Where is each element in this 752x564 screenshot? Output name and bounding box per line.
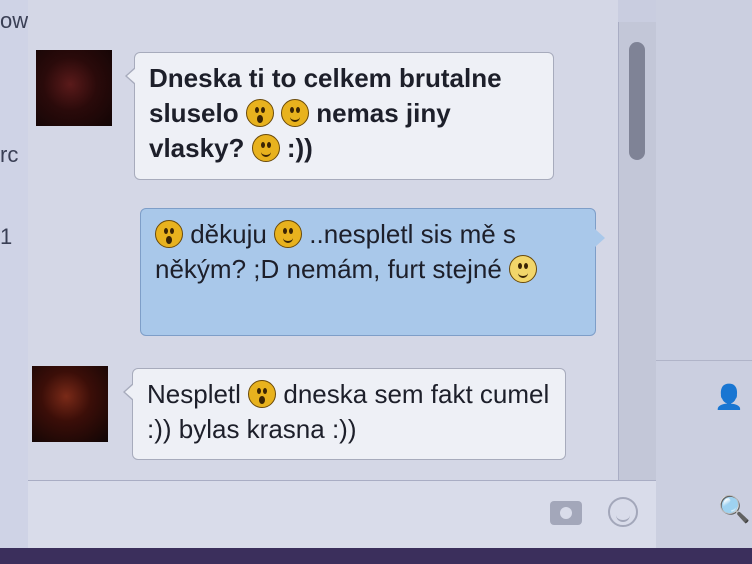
avatar[interactable] bbox=[36, 50, 112, 126]
message-bubble-incoming: Nespletl dneska sem fakt cumel :)) bylas… bbox=[123, 368, 566, 460]
partial-text: rc bbox=[0, 142, 19, 167]
divider bbox=[656, 360, 752, 361]
camera-icon[interactable] bbox=[550, 501, 582, 525]
message-text: :)) bbox=[279, 133, 313, 163]
message-bubble-incoming: Dneska ti to celkem brutalne sluselo nem… bbox=[125, 52, 554, 180]
wink-emoji-icon bbox=[509, 255, 538, 283]
right-panel: 👤 🔍 bbox=[656, 0, 752, 548]
message-text: děkuju bbox=[183, 219, 275, 249]
smiley-icon[interactable] bbox=[608, 497, 638, 527]
smile-emoji-icon bbox=[274, 220, 303, 248]
smile-emoji-icon bbox=[251, 134, 280, 162]
message-text: Nespletl bbox=[147, 379, 249, 409]
avatar[interactable] bbox=[32, 366, 108, 442]
gasp-emoji-icon bbox=[248, 380, 277, 408]
partial-text: 1 bbox=[0, 224, 13, 249]
message-bubble-outgoing: děkuju ..nespletl sis mě s někým? ;D nem… bbox=[140, 208, 605, 336]
message-input-bar[interactable] bbox=[28, 480, 656, 549]
message-text bbox=[274, 98, 281, 128]
search-icon[interactable]: 🔍 bbox=[718, 494, 750, 524]
page-background-strip: ow rc 1 bbox=[0, 0, 29, 548]
friends-icon[interactable]: 👤 bbox=[714, 386, 744, 410]
monitor-bezel bbox=[0, 548, 752, 564]
scroll-thumb[interactable] bbox=[629, 42, 645, 160]
gasp-emoji-icon bbox=[245, 99, 274, 127]
partial-text: ow bbox=[0, 8, 29, 33]
smile-emoji-icon bbox=[281, 99, 310, 127]
gasp-emoji-icon bbox=[155, 220, 183, 248]
chat-screen: ow rc 1 Dneska ti to celkem brutalne slu… bbox=[0, 0, 752, 549]
chat-scrollbar[interactable] bbox=[618, 22, 657, 480]
message-list[interactable]: Dneska ti to celkem brutalne sluselo nem… bbox=[28, 0, 618, 480]
